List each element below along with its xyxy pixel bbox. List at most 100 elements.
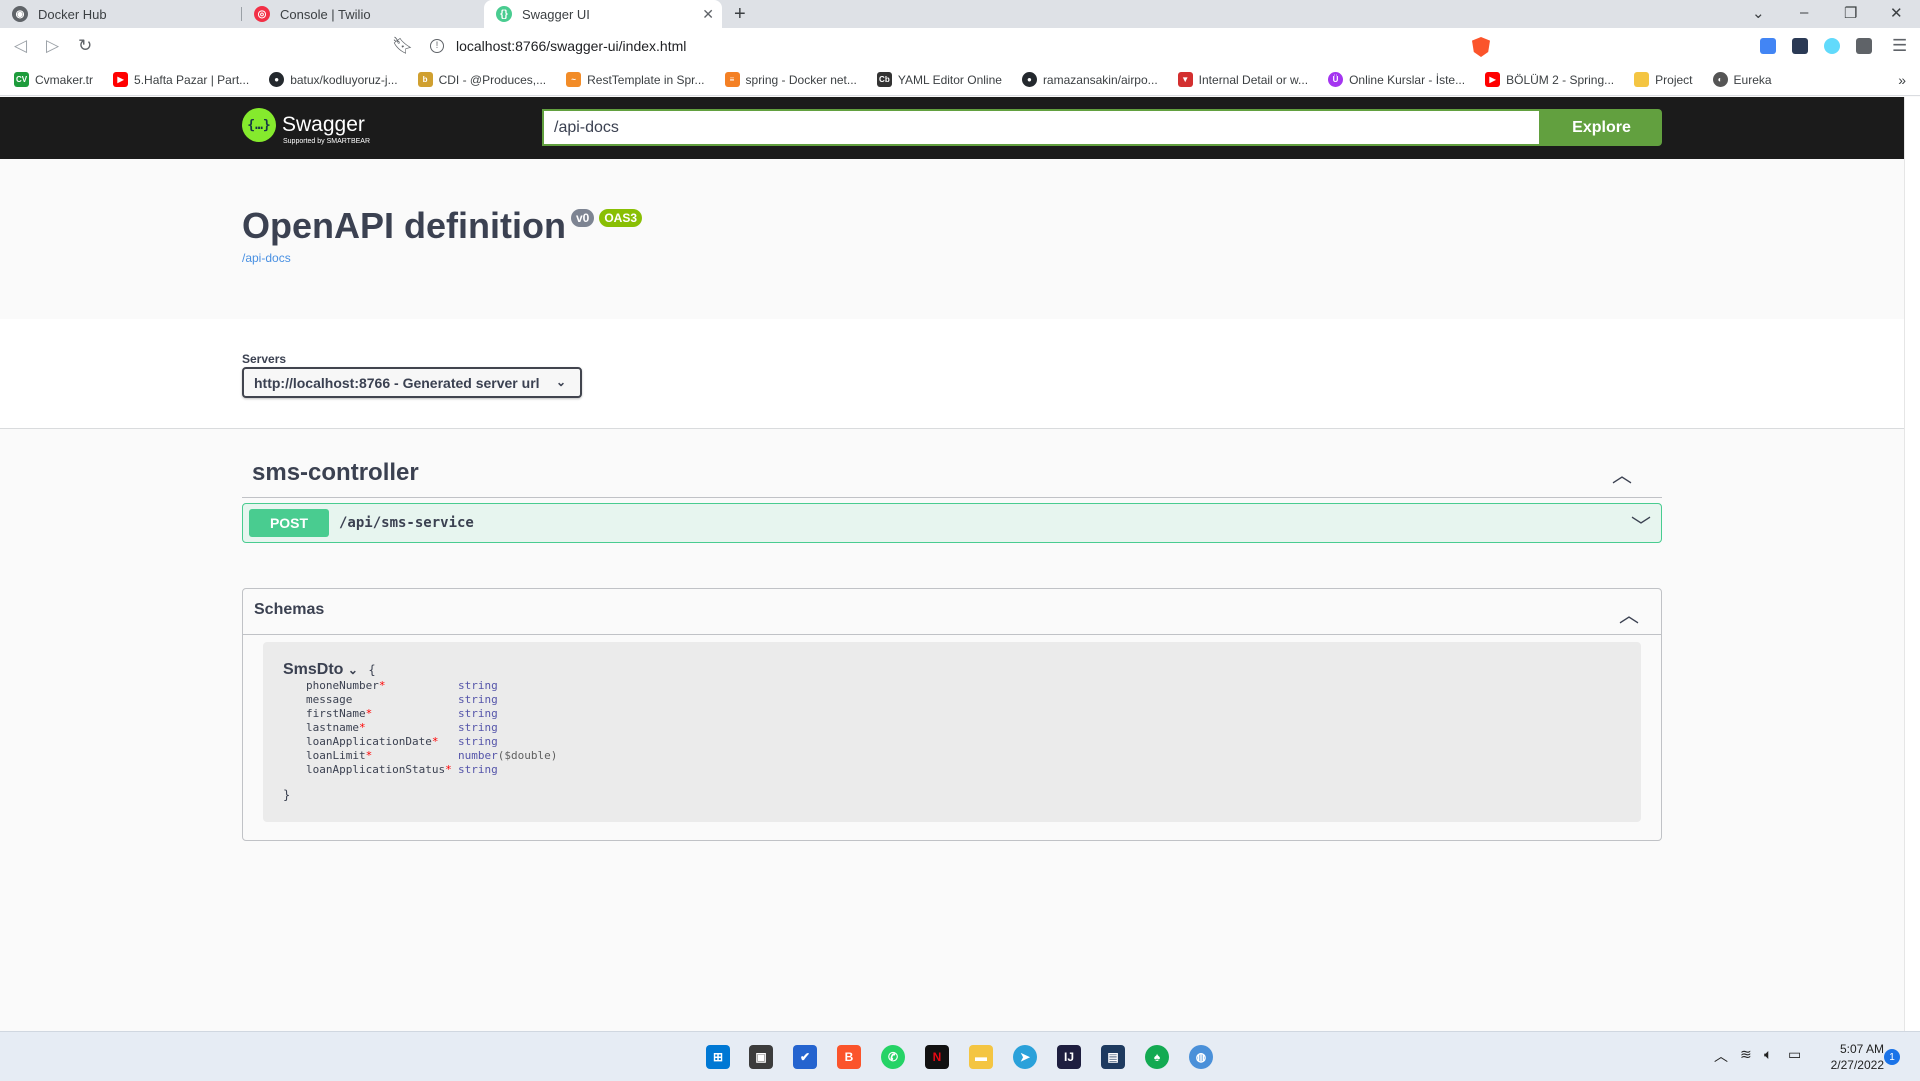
swagger-logo-icon: {…} — [242, 108, 276, 142]
battery-icon[interactable]: ▭ — [1788, 1046, 1801, 1063]
github-icon: ● — [269, 72, 285, 87]
volume-icon[interactable]: 🔈︎ — [1764, 1046, 1772, 1063]
servers-selected-value: http://localhost:8766 - Generated server… — [254, 374, 540, 391]
property-name: loanApplicationDate* — [306, 735, 439, 748]
chevron-down-icon: ⌄ — [555, 375, 566, 389]
close-window-button[interactable]: ✕ — [1890, 4, 1903, 22]
task-view-icon[interactable]: ▣ — [749, 1045, 773, 1069]
restore-button[interactable]: ❐ — [1844, 4, 1857, 22]
terminal-icon[interactable]: ▤ — [1101, 1045, 1125, 1069]
open-brace: { — [368, 663, 376, 677]
mongodb-icon[interactable]: ♠ — [1145, 1045, 1169, 1069]
bookmark-item[interactable]: b CDI - @Produces,... — [417, 72, 546, 87]
schemas-section: Schemas ︿ SmsDto ⌄ { phoneNumber* string… — [242, 588, 1662, 841]
chevron-up-icon[interactable]: ︿ — [1612, 459, 1632, 488]
bookmark-item[interactable]: ▶ BÖLÜM 2 - Spring... — [1485, 72, 1614, 87]
bookmark-item[interactable]: ≡ spring - Docker net... — [724, 72, 857, 87]
bookmark-label: 5.Hafta Pazar | Part... — [134, 72, 250, 87]
netflix-icon[interactable]: N — [925, 1045, 949, 1069]
clock[interactable]: 5:07 AM 2/27/2022 — [1812, 1041, 1884, 1073]
todo-icon[interactable]: ✔ — [793, 1045, 817, 1069]
address-url[interactable]: localhost:8766/swagger-ui/index.html — [456, 38, 686, 54]
youtube-icon: ▶ — [113, 72, 129, 87]
bookmark-label: BÖLÜM 2 - Spring... — [1506, 72, 1615, 87]
browser-toolbar: ◁ ▷ ↻ 🔖︎ ! localhost:8766/swagger-ui/ind… — [0, 28, 1920, 64]
wifi-icon[interactable]: ≋ — [1740, 1046, 1752, 1063]
servers-label: Servers — [242, 352, 287, 366]
method-badge: POST — [249, 509, 329, 537]
tab-strip: ◉ Docker Hub ◎ Console | Twilio {} Swagg… — [0, 0, 1920, 28]
tag-name: sms-controller — [252, 459, 419, 486]
servers-section: Servers http://localhost:8766 - Generate… — [0, 319, 1904, 429]
whatsapp-icon[interactable]: ✆ — [881, 1045, 905, 1069]
swagger-logo[interactable]: {…} Swagger Supported by SMARTBEAR — [242, 108, 370, 145]
bookmark-item[interactable]: ▶ 5.Hafta Pazar | Part... — [113, 72, 249, 87]
bookmark-label: Eureka — [1733, 72, 1772, 87]
extensions-puzzle-icon[interactable] — [1856, 38, 1872, 54]
clock-date: 2/27/2022 — [1830, 1058, 1884, 1072]
folder-icon — [1634, 72, 1650, 87]
file-explorer-icon[interactable]: ▬ — [969, 1045, 993, 1069]
chevron-up-icon[interactable]: ︿ — [1619, 599, 1639, 628]
property-name: loanLimit* — [306, 749, 373, 762]
api-docs-link[interactable]: /api-docs — [242, 251, 642, 265]
tag-section-header[interactable]: sms-controller ︿ — [242, 453, 1662, 498]
bookmark-item[interactable]: Project — [1634, 72, 1693, 87]
telegram-icon[interactable]: ➤ — [1013, 1045, 1037, 1069]
explore-button[interactable]: Explore — [1541, 109, 1662, 146]
bookmark-item[interactable]: Ü Online Kurslar - İste... — [1328, 72, 1465, 87]
api-title: OpenAPI definition — [242, 205, 566, 246]
bookmark-label: RestTemplate in Spr... — [587, 72, 705, 87]
extension-icon[interactable] — [1792, 38, 1808, 54]
site-info-icon[interactable]: ! — [430, 39, 444, 53]
react-devtools-icon[interactable] — [1824, 38, 1840, 54]
menu-icon[interactable]: ☰ — [1892, 36, 1907, 56]
bookmark-item[interactable]: ▼ Internal Detail or w... — [1177, 72, 1308, 87]
tab-swagger-ui[interactable]: {} Swagger UI ✕ — [484, 0, 722, 28]
property-name: firstName* — [306, 707, 373, 720]
page-scrollbar[interactable] — [1904, 97, 1920, 1031]
bookmark-item[interactable]: Cb YAML Editor Online — [876, 72, 1002, 87]
windows-start-icon[interactable]: ⊞ — [706, 1045, 730, 1069]
page-title: OpenAPI definition v0 OAS3 — [242, 205, 643, 247]
bookmark-label: ramazansakin/airpo... — [1042, 72, 1158, 87]
model-smsdto: SmsDto ⌄ { phoneNumber* string message s… — [263, 642, 1641, 822]
bookmark-label: Project — [1655, 72, 1693, 87]
bookmark-item[interactable]: ● batux/kodluyoruz-j... — [269, 72, 398, 87]
translate-extension-icon[interactable] — [1760, 38, 1776, 54]
chevron-down-icon[interactable]: ⌄ — [348, 663, 358, 677]
model-name[interactable]: SmsDto ⌄ { — [283, 661, 376, 679]
back-icon[interactable]: ◁ — [14, 36, 27, 56]
brave-browser-icon[interactable]: B — [837, 1045, 861, 1069]
reload-icon[interactable]: ↻ — [78, 36, 92, 56]
intellij-icon[interactable]: IJ — [1057, 1045, 1081, 1069]
tab-twilio-console[interactable]: ◎ Console | Twilio — [242, 0, 482, 28]
baeldung-icon: b — [417, 72, 433, 87]
servers-select[interactable]: http://localhost:8766 - Generated server… — [242, 367, 582, 398]
chevron-up-icon[interactable]: ︿ — [1714, 1046, 1728, 1066]
bookmark-item[interactable]: ~ RestTemplate in Spr... — [566, 72, 705, 87]
browser-globe-icon[interactable]: ◍ — [1189, 1045, 1213, 1069]
bookmark-label: Cvmaker.tr — [35, 72, 94, 87]
tab-docker-hub[interactable]: ◉ Docker Hub — [0, 0, 240, 28]
notification-badge[interactable]: 1 — [1884, 1049, 1900, 1065]
new-tab-button[interactable]: + — [734, 3, 746, 26]
codebeautify-icon: Cb — [876, 72, 892, 87]
bookmark-item[interactable]: CV Cvmaker.tr — [14, 72, 93, 87]
bookmark-item[interactable]: ◐ Eureka — [1712, 72, 1772, 87]
model-title: SmsDto — [283, 661, 344, 678]
forward-icon[interactable]: ▷ — [46, 36, 59, 56]
chevron-down-icon[interactable]: ﹀ — [1631, 510, 1651, 539]
bookmark-icon[interactable]: 🔖︎ — [392, 36, 414, 56]
operation-path: /api/sms-service — [339, 515, 474, 531]
operation-post-sms-service[interactable]: POST /api/sms-service ﹀ — [242, 503, 1662, 543]
tab-search-icon[interactable]: ⌄ — [1752, 4, 1765, 22]
close-tab-icon[interactable]: ✕ — [702, 6, 714, 23]
minimize-button[interactable]: – — [1800, 4, 1808, 21]
schemas-header[interactable]: Schemas ︿ — [243, 589, 1661, 635]
bookmark-item[interactable]: ● ramazansakin/airpo... — [1021, 72, 1158, 87]
oas-badge: OAS3 — [599, 209, 643, 227]
address-bar[interactable]: ! localhost:8766/swagger-ui/index.html — [420, 32, 1498, 60]
bookmarks-overflow-icon[interactable]: » — [1898, 72, 1906, 88]
api-docs-url-input[interactable] — [542, 109, 1541, 146]
